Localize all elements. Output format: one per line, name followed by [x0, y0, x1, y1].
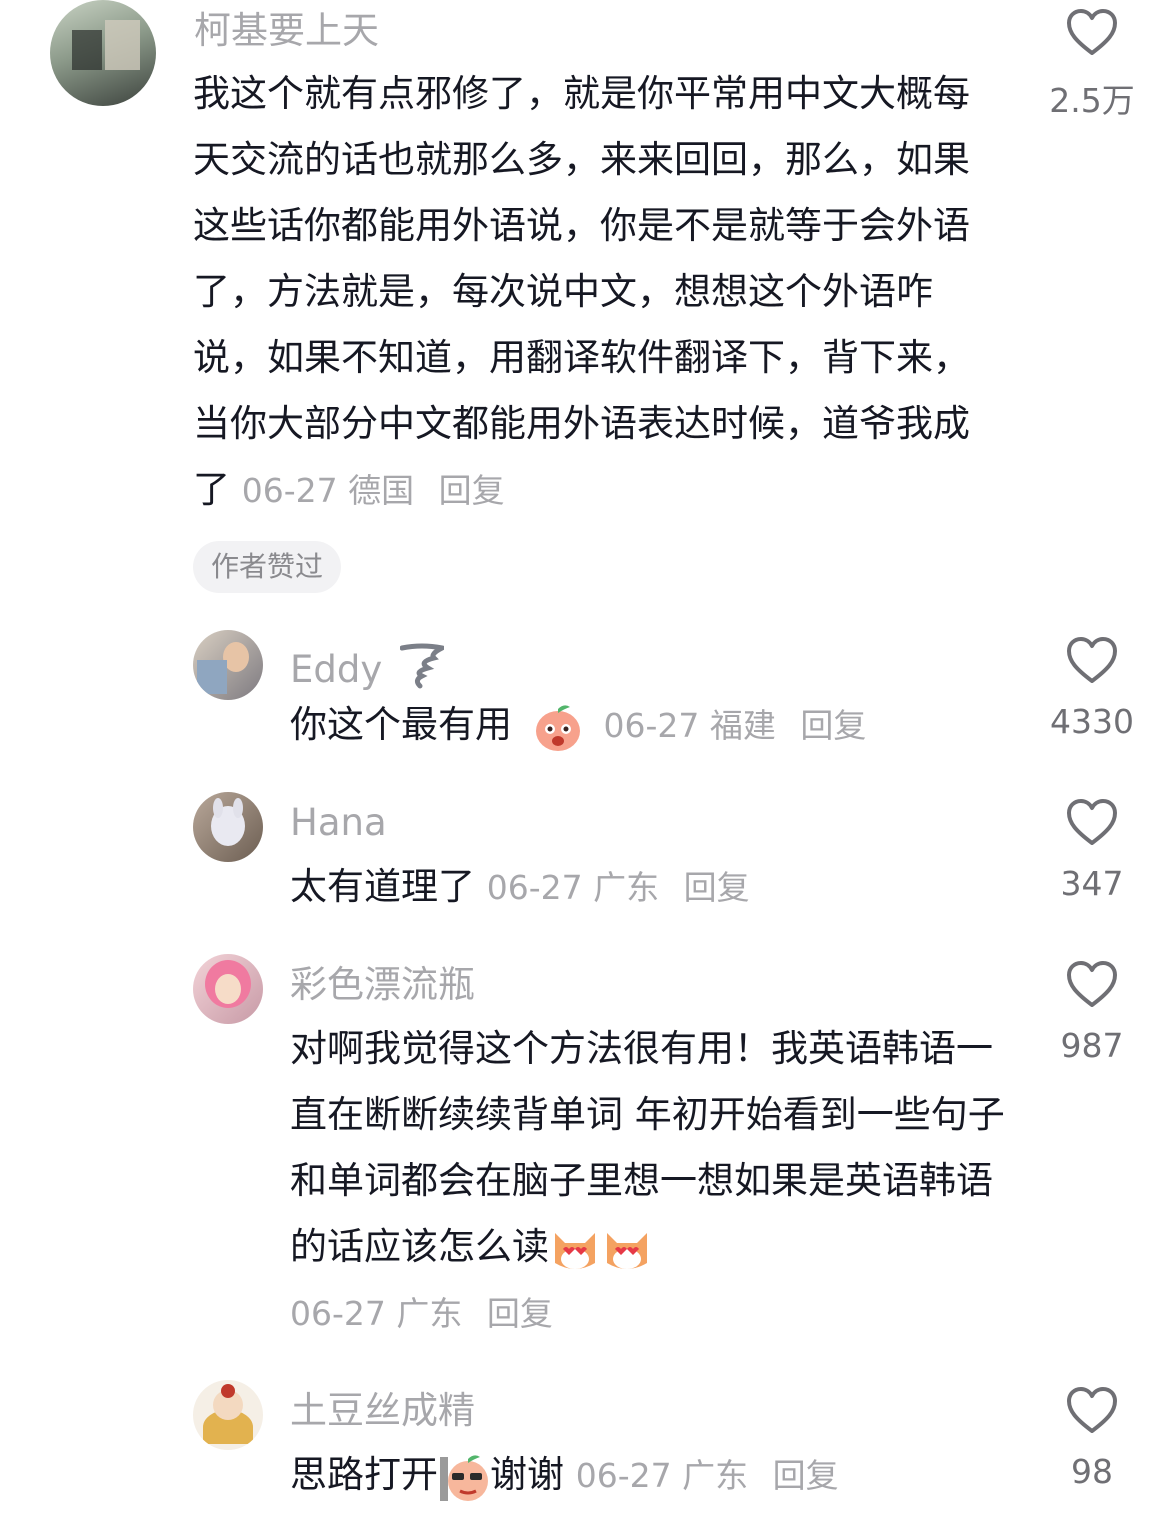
peach-sunglasses-emoji	[438, 1451, 490, 1503]
comment-location: 福建	[709, 706, 776, 745]
comment-username[interactable]: 土豆丝成精	[290, 1392, 475, 1429]
comment-content: 谢谢	[490, 1453, 564, 1496]
heart-outline-icon[interactable]	[1066, 636, 1118, 684]
reply-button[interactable]: 回复	[487, 1294, 553, 1333]
comment-meta: 06-27 福建 回复	[604, 706, 867, 745]
comment-meta: 06-27 广东 回复	[290, 1294, 553, 1333]
avatar[interactable]	[193, 630, 263, 700]
like-button[interactable]: 347	[1037, 798, 1147, 903]
comment-content: 你这个最有用	[290, 703, 512, 746]
like-count: 2.5万	[1049, 81, 1135, 120]
reply-button[interactable]: 回复	[684, 868, 750, 907]
like-count: 98	[1071, 1452, 1113, 1491]
username-text: Eddy	[290, 648, 383, 691]
comment-location: 广东	[396, 1294, 463, 1333]
comment-username[interactable]: Hana	[290, 804, 387, 841]
author-liked-badge: 作者赞过	[193, 541, 342, 593]
reply-button[interactable]: 回复	[439, 471, 505, 510]
heart-eyes-dog-emoji	[549, 1223, 601, 1275]
avatar[interactable]	[193, 1380, 263, 1450]
comment-location: 德国	[348, 471, 415, 510]
heart-eyes-dog-emoji	[601, 1223, 653, 1275]
like-button[interactable]: 4330	[1037, 636, 1147, 741]
comment-text: 思路打开 谢谢 06-27 广东 回复	[290, 1442, 1030, 1509]
comment-date: 06-27	[241, 471, 338, 510]
comment-content: 思路打开	[290, 1453, 438, 1496]
avatar[interactable]	[193, 954, 263, 1024]
comment-username[interactable]: 柯基要上天	[194, 12, 379, 49]
comment-meta: 06-27 广东 回复	[576, 1456, 839, 1495]
comment-item: 土豆丝成精 思路打开 谢谢 06-27 广东 回复 98	[0, 1378, 1170, 1528]
comment-location: 广东	[593, 868, 660, 907]
comment-date: 06-27	[603, 706, 700, 745]
comment-meta: 06-27 德国 回复	[242, 471, 505, 510]
comment-item: 彩色漂流瓶 对啊我觉得这个方法很有用！我英语韩语一直在断断续续背单词 年初开始看…	[0, 952, 1170, 1352]
comment-text: 你这个最有用 06-27 福建 回复	[290, 692, 1030, 759]
comment-content: 太有道理了	[290, 865, 475, 908]
comment-text: 我这个就有点邪修了，就是你平常用中文大概每天交流的话也就那么多，来来回回，那么，…	[193, 61, 993, 524]
reply-button[interactable]: 回复	[773, 1456, 839, 1495]
reply-button[interactable]: 回复	[800, 706, 866, 745]
like-button[interactable]: 98	[1037, 1386, 1147, 1491]
comment-text: 太有道理了 06-27 广东 回复	[290, 854, 1030, 921]
comment-item: Eddy 你这个最有用 06-27 福建 回复 4330	[0, 628, 1170, 768]
like-button[interactable]: 2.5万	[1037, 8, 1147, 122]
comment-item: 柯基要上天 我这个就有点邪修了，就是你平常用中文大概每天交流的话也就那么多，来来…	[0, 0, 1170, 610]
comment-content: 我这个就有点邪修了，就是你平常用中文大概每天交流的话也就那么多，来来回回，那么，…	[193, 72, 970, 511]
heart-outline-icon[interactable]	[1066, 798, 1118, 846]
heart-outline-icon[interactable]	[1066, 8, 1118, 56]
heart-outline-icon[interactable]	[1066, 960, 1118, 1008]
comment-username[interactable]: Eddy	[290, 642, 450, 691]
comment-date: 06-27	[290, 1294, 386, 1333]
comment-date: 06-27	[486, 868, 583, 907]
like-button[interactable]: 987	[1037, 960, 1147, 1065]
peach-face-emoji	[532, 701, 584, 753]
comment-username[interactable]: 彩色漂流瓶	[290, 966, 475, 1003]
comment-date: 06-27	[575, 1456, 672, 1495]
comment-text: 对啊我觉得这个方法很有用！我英语韩语一直在断断续续背单词 年初开始看到一些句子和…	[290, 1016, 1020, 1347]
comment-meta: 06-27 广东 回复	[487, 868, 750, 907]
like-count: 4330	[1050, 702, 1134, 741]
heart-outline-icon[interactable]	[1066, 1386, 1118, 1434]
tornado-emoji	[399, 642, 450, 690]
like-count: 347	[1060, 864, 1124, 903]
comment-item: Hana 太有道理了 06-27 广东 回复 347	[0, 790, 1170, 930]
avatar[interactable]	[193, 792, 263, 862]
comment-location: 广东	[682, 1456, 749, 1495]
avatar[interactable]	[50, 0, 156, 106]
like-count: 987	[1060, 1026, 1124, 1065]
